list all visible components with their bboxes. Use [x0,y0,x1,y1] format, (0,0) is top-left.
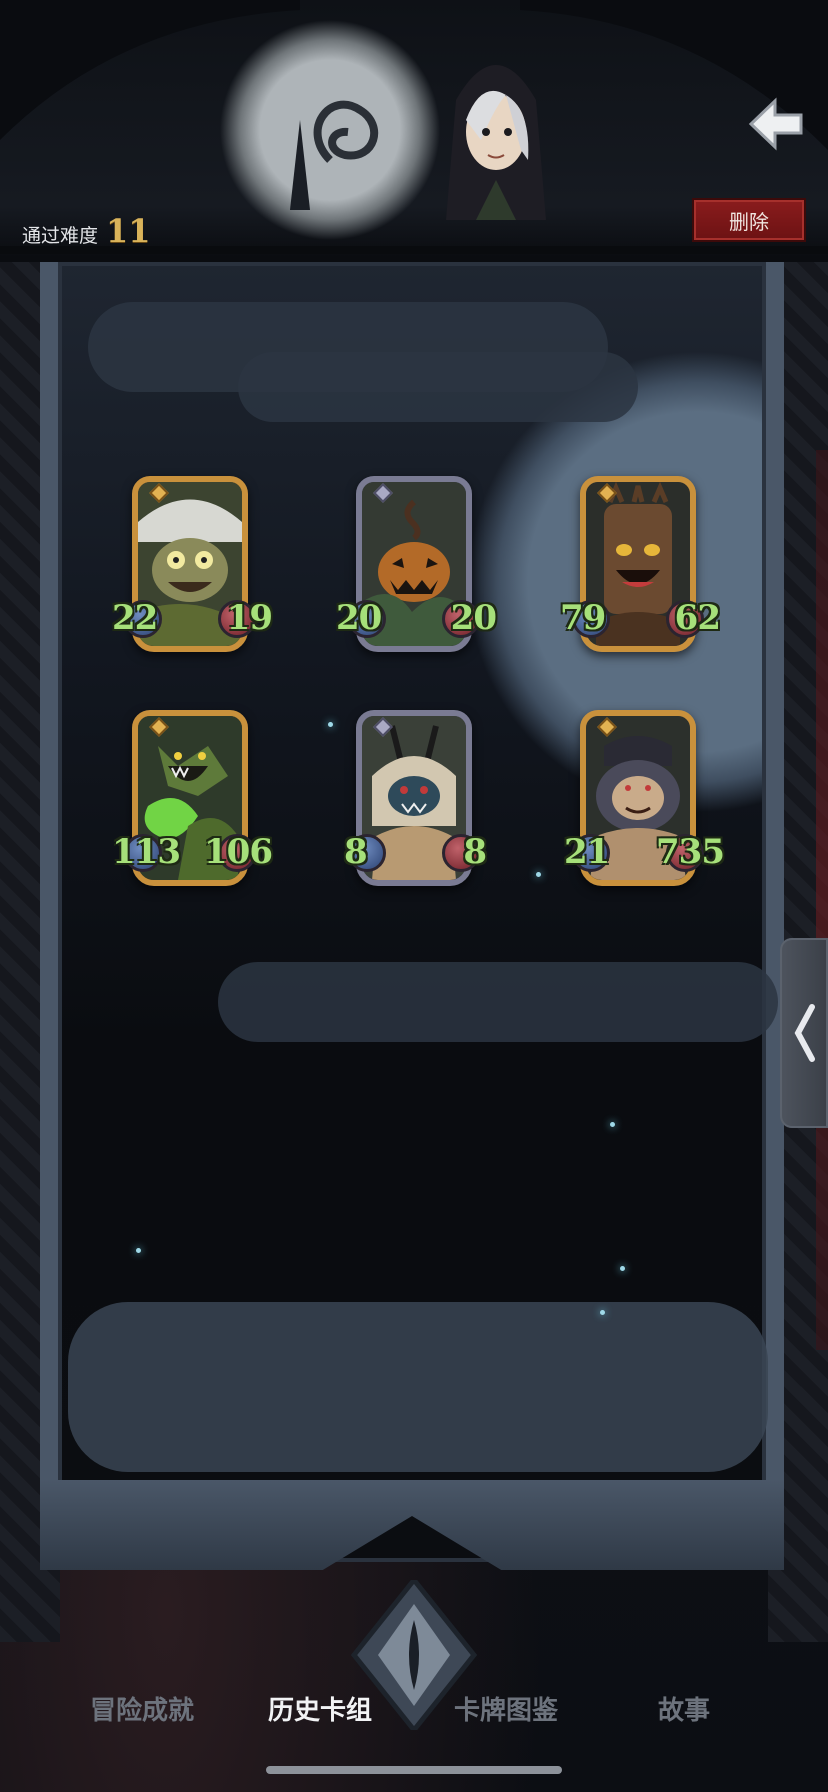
deck-card-1[interactable]: 22 19 [110,476,273,666]
card-health: 735 [656,832,725,872]
tab-adventure-achievements[interactable]: 冒险成就 [90,1690,194,1727]
delete-button[interactable]: 删除 [692,198,806,242]
deck-panel [40,262,784,1562]
card-attack: 20 [336,598,382,638]
difficulty-label: 通过难度 [22,225,99,247]
tab-history-decks[interactable]: 历史卡组 [268,1690,372,1727]
star [600,1310,605,1315]
cloud [238,352,638,422]
side-drawer-handle[interactable] [780,938,828,1128]
star [536,872,541,877]
tab-card-codex[interactable]: 卡牌图鉴 [454,1690,558,1727]
star [136,1248,141,1253]
difficulty-value: 11 [106,212,151,250]
card-health: 8 [463,832,487,872]
difficulty-display: 通过难度 11 [22,212,151,250]
deck-card-3[interactable]: 79 62 [558,476,721,666]
card-attack: 113 [112,832,181,872]
card-health: 20 [450,598,497,638]
star [620,1266,625,1271]
card-attack: 79 [560,598,606,638]
cloud [68,1302,768,1472]
star [328,722,333,727]
arrow-left-icon [748,97,803,151]
card-attack: 21 [564,832,610,872]
tab-story[interactable]: 故事 [658,1690,710,1727]
bottom-tab-bar: 冒险成就 历史卡组 卡牌图鉴 故事 [0,1690,828,1760]
card-attack: 22 [112,598,158,638]
back-button[interactable] [744,92,808,156]
deck-card-5[interactable]: 8 8 [334,710,494,900]
star [610,1122,615,1127]
card-attack: 8 [344,832,368,872]
card-health: 19 [226,598,273,638]
header: 通过难度 11 删除 [0,0,828,262]
hooded-girl-portrait [446,65,546,220]
deck-card-2[interactable]: 20 20 [334,476,497,666]
cloud [218,962,778,1042]
chevron-left-icon [794,1004,815,1062]
card-health: 106 [204,832,273,872]
card-health: 62 [674,598,721,638]
deck-card-4[interactable]: 113 106 [110,710,273,900]
deck-card-6[interactable]: 21 735 [558,710,725,900]
home-indicator [266,1766,562,1774]
